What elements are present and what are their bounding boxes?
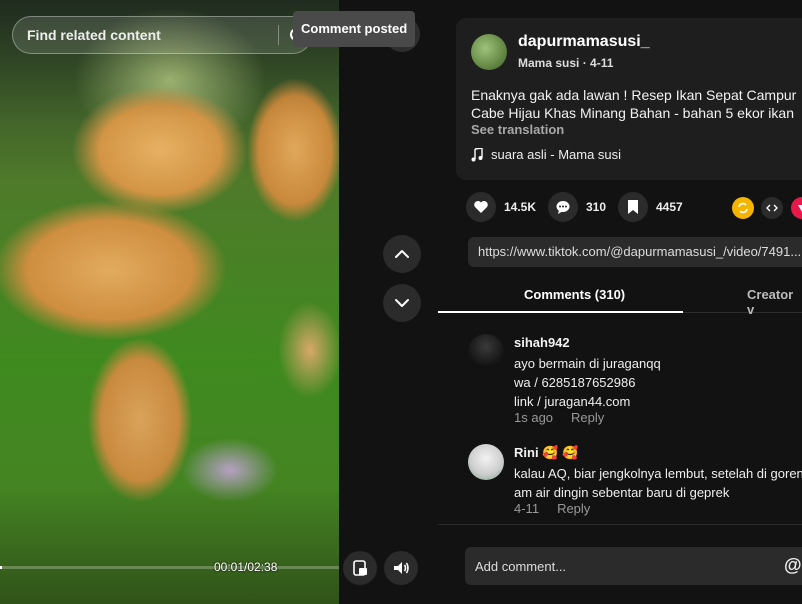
app-root: 00:01/02:38 Comment posted dapurmamasusi… (0, 0, 802, 604)
reply-button[interactable]: Reply (571, 410, 604, 425)
save-count: 4457 (656, 200, 683, 214)
chevron-down-icon (395, 299, 409, 307)
heart-icon (466, 192, 496, 222)
comment-composer: @ (438, 524, 802, 604)
comment-text: ayo bermain di juraganqq wa / 6285187652… (514, 354, 802, 411)
video-progress-fill (0, 566, 3, 569)
comment-line: ayo bermain di juraganqq (514, 356, 661, 371)
author-subline: Mama susi · 4-11 (518, 56, 613, 70)
comment-item: Rini 🥰 🥰 kalau AQ, biar jengkolnya lembu… (468, 444, 802, 524)
video-progress-bar[interactable] (0, 566, 339, 569)
comment-count: 310 (586, 200, 607, 214)
details-panel: dapurmamasusi_ Mama susi · 4-11 Enaknya … (438, 0, 802, 604)
see-translation-link[interactable]: See translation (471, 122, 564, 137)
bookmark-icon (618, 192, 648, 222)
music-title: suara asli - Mama susi (491, 147, 622, 162)
comment-posted-toast: Comment posted (293, 11, 416, 47)
active-tab-underline (438, 311, 683, 313)
tab-comments[interactable]: Comments (310) (524, 287, 625, 302)
add-comment-input[interactable] (465, 547, 802, 585)
comment-item: sihah942 ayo bermain di juraganqq wa / 6… (468, 334, 802, 434)
music-note-icon (471, 147, 483, 161)
comment-meta: 4-11 Reply (514, 501, 590, 516)
comment-meta: 1s ago Reply (514, 410, 604, 425)
mention-icon[interactable]: @ (784, 555, 802, 576)
author-username[interactable]: dapurmamasusi_ (518, 33, 650, 51)
tab-creator-videos[interactable]: Creator v (747, 287, 802, 317)
commenter-avatar[interactable] (468, 334, 504, 370)
commenter-avatar[interactable] (468, 444, 504, 480)
repost-icon[interactable] (732, 197, 754, 219)
search-divider (278, 25, 279, 45)
author-display-name: Mama susi (518, 56, 580, 70)
share-icon[interactable] (791, 197, 802, 219)
video-link-field[interactable]: https://www.tiktok.com/@dapurmamasusi_/v… (468, 237, 802, 267)
subline-separator: · (579, 56, 591, 70)
comments-tabs: Comments (310) Creator v (438, 280, 802, 317)
comment-text: kalau AQ, biar jengkolnya lembut, setela… (514, 464, 802, 502)
video-player[interactable]: 00:01/02:38 (0, 0, 339, 604)
author-avatar[interactable] (471, 34, 507, 70)
post-date: 4-11 (590, 56, 614, 70)
pip-icon (353, 560, 367, 576)
comment-line: am air dingin sebentar baru di geprek (514, 485, 730, 500)
next-video-button[interactable] (383, 284, 421, 322)
comment-line: wa / 6285187652986 (514, 375, 636, 390)
like-count: 14.5K (504, 200, 537, 214)
search-bar[interactable] (12, 16, 312, 54)
commenter-name[interactable]: sihah942 (514, 335, 570, 350)
search-input[interactable] (27, 27, 267, 43)
comment-count-button[interactable]: 310 (548, 192, 606, 222)
comment-time: 1s ago (514, 410, 554, 425)
video-time: 00:01/02:38 (214, 560, 278, 574)
post-caption: Enaknya gak ada lawan ! Resep Ikan Sepat… (471, 87, 797, 121)
picture-in-picture-button[interactable] (343, 551, 377, 585)
action-bar: 14.5K 310 4457 (466, 192, 802, 224)
like-button[interactable]: 14.5K (466, 192, 536, 222)
description-card: dapurmamasusi_ Mama susi · 4-11 Enaknya … (456, 18, 802, 180)
comment-time: 4-11 (514, 501, 540, 516)
embed-icon[interactable] (761, 197, 783, 219)
chevron-up-icon (395, 250, 409, 258)
comment-line: kalau AQ, biar jengkolnya lembut, setela… (514, 466, 802, 481)
commenter-name[interactable]: Rini 🥰 🥰 (514, 445, 578, 461)
comment-line: link / juragan44.com (514, 394, 631, 409)
reply-button[interactable]: Reply (557, 501, 590, 516)
previous-video-button[interactable] (383, 235, 421, 273)
volume-button[interactable] (384, 551, 418, 585)
volume-icon (394, 562, 409, 574)
video-overlay (0, 0, 339, 604)
save-button[interactable]: 4457 (618, 192, 683, 222)
music-row[interactable]: suara asli - Mama susi (471, 147, 621, 162)
comment-icon (548, 192, 578, 222)
